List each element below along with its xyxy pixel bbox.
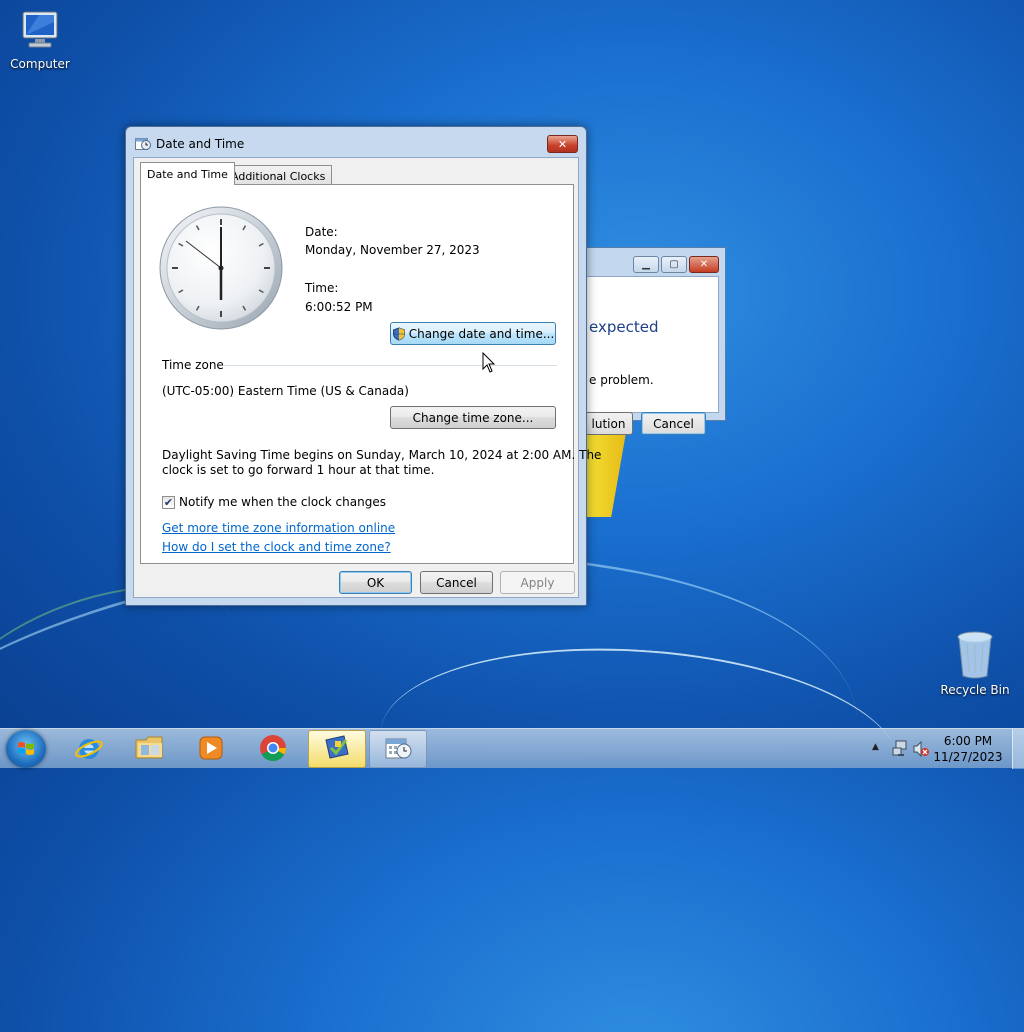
timezone-value: (UTC-05:00) Eastern Time (US & Canada) bbox=[162, 384, 409, 398]
time-label: Time: bbox=[305, 281, 339, 295]
date-label: Date: bbox=[305, 225, 338, 239]
tab-date-and-time[interactable]: Date and Time bbox=[140, 162, 235, 185]
show-hidden-icons-button[interactable]: ▲ bbox=[872, 742, 882, 754]
link-timezone-info[interactable]: Get more time zone information online bbox=[162, 521, 395, 535]
background-cancel-button[interactable]: Cancel bbox=[641, 412, 706, 435]
dialog-close-button[interactable]: ✕ bbox=[547, 135, 578, 153]
cancel-button[interactable]: Cancel bbox=[420, 571, 493, 594]
minimize-button[interactable]: ▁ bbox=[633, 256, 659, 273]
uac-shield-icon bbox=[392, 326, 406, 341]
ok-button[interactable]: OK bbox=[339, 571, 412, 594]
desktop-icon-label: Recycle Bin bbox=[940, 683, 1010, 697]
tab-panel: Date: Monday, November 27, 2023 Time: 6:… bbox=[140, 184, 601, 564]
taskbar-date: 11/27/2023 bbox=[933, 750, 1003, 764]
apply-button[interactable]: Apply bbox=[500, 571, 575, 594]
maximize-button[interactable]: ▢ bbox=[661, 256, 687, 273]
taskbar: ▲ 6:00 PM 11/27/2023 bbox=[0, 728, 1024, 769]
media-player-icon bbox=[197, 734, 225, 765]
start-button[interactable] bbox=[6, 730, 46, 768]
volume-muted-tray-icon[interactable] bbox=[912, 740, 930, 758]
show-desktop-button[interactable] bbox=[1012, 729, 1024, 769]
taskbar-chrome[interactable] bbox=[244, 730, 302, 768]
date-time-dialog: Date and Time ✕ Date and Time Additional… bbox=[125, 126, 601, 606]
desktop-icon-computer[interactable]: Computer bbox=[0, 8, 80, 71]
desktop-icon-recycle-bin[interactable]: Recycle Bin bbox=[935, 630, 1015, 697]
change-date-time-button[interactable]: Change date and time... bbox=[390, 322, 556, 345]
background-graphic bbox=[586, 421, 628, 517]
network-tray-icon[interactable] bbox=[892, 740, 910, 758]
desktop-icon-label: Computer bbox=[10, 57, 70, 71]
taskbar-internet-explorer[interactable] bbox=[60, 730, 118, 768]
taskbar-active-app[interactable] bbox=[308, 730, 366, 768]
analog-clock bbox=[158, 205, 284, 334]
link-how-set-clock[interactable]: How do I set the clock and time zone? bbox=[162, 540, 391, 554]
close-button[interactable]: ✕ bbox=[689, 256, 719, 273]
date-value: Monday, November 27, 2023 bbox=[305, 243, 480, 257]
dst-notice-line-1: Daylight Saving Time begins on Sunday, M… bbox=[162, 448, 602, 462]
background-window[interactable]: ▁ ▢ ✕ expected e problem. lution Cancel bbox=[585, 247, 726, 435]
calendar-clock-icon bbox=[383, 734, 413, 765]
recycle-bin-icon bbox=[955, 630, 995, 680]
close-icon: ✕ bbox=[699, 259, 709, 270]
tab-additional-clocks[interactable]: Additional Clocks bbox=[224, 165, 333, 186]
notify-checkbox[interactable]: ✔ bbox=[162, 496, 175, 509]
background-window-heading: expected bbox=[589, 318, 659, 336]
app-icon bbox=[322, 734, 352, 765]
check-solution-button[interactable]: lution bbox=[585, 412, 633, 435]
taskbar-time: 6:00 PM bbox=[943, 734, 993, 748]
taskbar-clock[interactable]: 6:00 PM 11/27/2023 bbox=[932, 733, 1004, 765]
change-timezone-button[interactable]: Change time zone... bbox=[390, 406, 556, 429]
mouse-cursor-icon bbox=[482, 351, 496, 374]
calendar-clock-icon bbox=[135, 136, 151, 150]
title-bar[interactable]: Date and Time ✕ bbox=[126, 127, 586, 157]
windows-logo-icon bbox=[17, 740, 35, 758]
folder-icon bbox=[134, 734, 166, 765]
dialog-body: Date and Time Additional Clocks Date: Mo… bbox=[133, 157, 601, 598]
timezone-heading: Time zone bbox=[162, 358, 224, 372]
minimize-icon: ▁ bbox=[642, 259, 650, 270]
maximize-icon: ▢ bbox=[669, 259, 679, 270]
close-icon: ✕ bbox=[557, 137, 568, 151]
dst-notice-line-2: clock is set to go forward 1 hour at tha… bbox=[162, 463, 435, 477]
taskbar-date-time-app[interactable] bbox=[369, 730, 427, 768]
change-date-time-label: Change date and time... bbox=[408, 326, 555, 341]
chevron-up-icon: ▲ bbox=[872, 742, 879, 752]
taskbar-media-player[interactable] bbox=[182, 730, 240, 768]
background-window-text: e problem. bbox=[589, 373, 654, 387]
timezone-divider bbox=[223, 365, 557, 366]
background-window-content: expected e problem. lution Cancel bbox=[585, 276, 719, 435]
dialog-title: Date and Time bbox=[156, 137, 245, 151]
time-value: 6:00:52 PM bbox=[305, 300, 373, 314]
computer-icon bbox=[17, 8, 63, 54]
chrome-icon bbox=[258, 733, 288, 766]
internet-explorer-icon bbox=[74, 733, 104, 766]
notify-label: Notify me when the clock changes bbox=[179, 495, 386, 509]
taskbar-windows-explorer[interactable] bbox=[121, 730, 179, 768]
